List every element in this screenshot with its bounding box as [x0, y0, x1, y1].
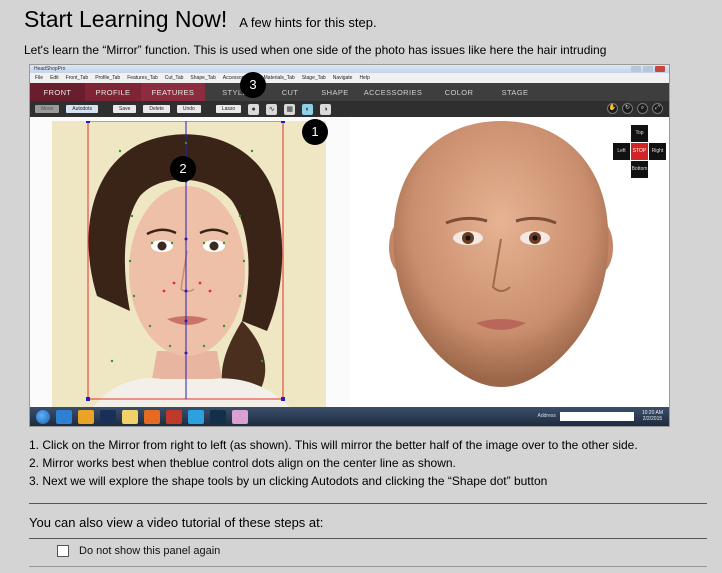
menu-features-tab[interactable]: Features_Tab: [127, 75, 158, 81]
zoom-icon[interactable]: ⌕: [637, 103, 648, 114]
tab-cut[interactable]: Cut: [265, 83, 315, 101]
save-button[interactable]: Save: [112, 105, 137, 113]
headshop-icon[interactable]: [232, 409, 248, 424]
app-window-title: HeadShopPro: [34, 66, 66, 72]
menu-front-tab[interactable]: Front_Tab: [66, 75, 89, 81]
step-item: 2. Mirror works best when theblue contro…: [29, 456, 456, 470]
page-title: Start Learning Now!: [24, 6, 228, 32]
app-menubar: File Edit Front_Tab Profile_Tab Features…: [30, 73, 669, 83]
address-field[interactable]: [559, 411, 634, 421]
app-icon[interactable]: [166, 409, 182, 424]
callout-badge-2: 2: [170, 156, 196, 182]
intro-text: Let's learn the “Mirror” function. This …: [24, 43, 607, 57]
contrast-icon[interactable]: ◑: [320, 103, 332, 115]
photoshop-icon[interactable]: [100, 409, 116, 424]
dot-tool-icon[interactable]: ●: [248, 103, 260, 115]
ie-icon[interactable]: [56, 409, 72, 424]
steps-list: 1. Click on the Mirror from right to lef…: [29, 436, 638, 490]
app-titlebar: HeadShopPro: [30, 65, 669, 73]
clock: 10:20 AM 2/2/2015: [642, 410, 663, 422]
media-player-icon[interactable]: [78, 409, 94, 424]
folder-icon[interactable]: [122, 409, 138, 424]
lasso-button[interactable]: Lasso: [215, 105, 242, 113]
menu-materials-tab[interactable]: Materials_Tab: [264, 75, 295, 81]
dpad-bottom-button[interactable]: Bottom: [631, 161, 648, 178]
menu-file[interactable]: File: [35, 75, 43, 81]
video-tutorial-text: You can also view a video tutorial of th…: [29, 515, 324, 530]
delete-button[interactable]: Delete: [143, 105, 170, 113]
cursor-app-icon[interactable]: [210, 409, 226, 424]
autodots-button[interactable]: Autodots: [66, 105, 98, 113]
callout-badge-1: 1: [302, 119, 328, 145]
window-controls: [631, 65, 665, 72]
tab-color[interactable]: Color: [431, 83, 487, 101]
address-label: Address: [537, 413, 556, 419]
move-button[interactable]: Move: [35, 105, 60, 113]
rotate-icon[interactable]: ↻: [622, 103, 633, 114]
mirror-icon[interactable]: ◐: [302, 103, 314, 115]
windows-taskbar: Address 10:20 AM 2/2/2015: [30, 407, 669, 426]
undo-button[interactable]: Undo: [176, 105, 201, 113]
tab-shape[interactable]: Shape: [315, 83, 355, 101]
header: Start Learning Now! A few hints for this…: [24, 6, 377, 33]
menu-shape-tab[interactable]: Shape_Tab: [190, 75, 215, 81]
app-tabs: Front Profile Features Style Cut Shape A…: [30, 83, 669, 101]
dont-show-again-option[interactable]: Do not show this panel again: [57, 545, 220, 557]
dont-show-again-checkbox[interactable]: [57, 545, 69, 557]
fit-icon[interactable]: ⤢: [652, 103, 663, 114]
minimize-icon: [631, 66, 641, 72]
menu-profile-tab[interactable]: Profile_Tab: [95, 75, 120, 81]
shape-dot-icon[interactable]: ∿: [266, 103, 278, 115]
app-toolbar: Move Autodots Save Delete Undo Lasso ● ∿…: [30, 101, 669, 117]
dpad-right-button[interactable]: Right: [649, 143, 666, 160]
page-subtitle: A few hints for this step.: [239, 15, 377, 30]
tab-profile[interactable]: Profile: [85, 83, 141, 101]
firefox-icon[interactable]: [144, 409, 160, 424]
dpad-stop-button[interactable]: STOP: [631, 143, 648, 160]
tab-front[interactable]: Front: [30, 83, 85, 101]
hand-icon[interactable]: ✋: [607, 103, 618, 114]
callout-badge-3: 3: [240, 72, 266, 98]
taskbar-tray: Address 10:20 AM 2/2/2015: [538, 410, 663, 422]
clock-date: 2/2/2015: [642, 416, 663, 422]
dont-show-again-label: Do not show this panel again: [79, 545, 221, 557]
menu-help[interactable]: Help: [359, 75, 369, 81]
tab-features[interactable]: Features: [141, 83, 205, 101]
divider: [29, 538, 707, 539]
tab-accessories[interactable]: Accessories: [355, 83, 431, 101]
close-icon: [655, 66, 665, 72]
skype-icon[interactable]: [188, 409, 204, 424]
maximize-icon: [643, 66, 653, 72]
menu-cut-tab[interactable]: Cut_Tab: [165, 75, 184, 81]
menu-edit[interactable]: Edit: [50, 75, 59, 81]
step-item: 1. Click on the Mirror from right to lef…: [29, 438, 638, 452]
start-orb-icon[interactable]: [36, 409, 50, 424]
tab-stage[interactable]: Stage: [487, 83, 543, 101]
view-tools: ✋ ↻ ⌕ ⤢: [607, 103, 663, 114]
step-item: 3. Next we will explore the shape tools …: [29, 474, 548, 488]
navigation-dpad: Top Left STOP Right Bottom: [613, 125, 667, 179]
app-screenshot: HeadShopPro File Edit Front_Tab Profile_…: [29, 64, 670, 427]
dpad-left-button[interactable]: Left: [613, 143, 630, 160]
menu-stage-tab[interactable]: Stage_Tab: [302, 75, 326, 81]
divider: [29, 503, 707, 504]
menu-navigate[interactable]: Navigate: [333, 75, 353, 81]
grid-tool-icon[interactable]: ▦: [284, 103, 296, 115]
dpad-top-button[interactable]: Top: [631, 125, 648, 142]
3d-preview-panel: Top Left STOP Right Bottom: [350, 117, 669, 409]
divider: [29, 566, 707, 567]
